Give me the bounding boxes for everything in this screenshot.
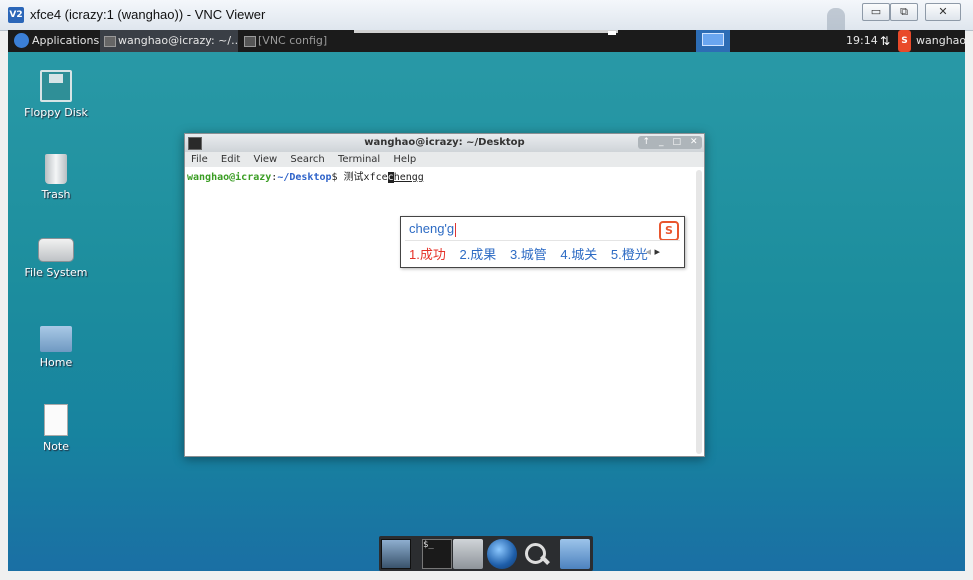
user-menu[interactable]: wanghao: [916, 30, 965, 52]
workspace-switcher[interactable]: [696, 30, 730, 52]
ime-candidate-1[interactable]: 1.成功: [409, 247, 446, 262]
clock[interactable]: 19:14: [846, 30, 878, 52]
drive-icon: [38, 238, 74, 262]
ime-input-text: cheng'g: [409, 221, 455, 236]
xfce-logo-icon: [14, 33, 29, 48]
desktop-icon-file-system[interactable]: File System: [16, 230, 96, 279]
desktop-icon-note[interactable]: Note: [16, 404, 96, 453]
desktop-icon-label: Floppy Disk: [24, 106, 88, 119]
terminal-menubar: File Edit View Search Terminal Help: [185, 152, 704, 167]
applications-menu-button[interactable]: Applications: [10, 30, 99, 52]
desktop-icon-floppy-disk[interactable]: Floppy Disk: [16, 70, 96, 119]
user-silhouette-icon: [827, 8, 845, 30]
minimize-button[interactable]: _: [659, 136, 664, 149]
file-manager-icon[interactable]: [560, 539, 590, 569]
ime-candidate-4[interactable]: 4.城关: [560, 247, 597, 262]
desktop-icon-label: Trash: [41, 188, 71, 201]
task-label: [VNC config]: [258, 34, 328, 47]
panel-separator: [608, 31, 616, 35]
terminal-window[interactable]: wanghao@icrazy: ~/Desktop ↑ _ □ ✕ File E…: [184, 133, 705, 457]
ime-candidate-5[interactable]: 5.橙光: [611, 247, 648, 262]
desktop-icon-label: File System: [24, 266, 88, 279]
show-desktop-icon[interactable]: [381, 539, 411, 569]
taskbar-item-terminal[interactable]: wanghao@icrazy: ~/...: [100, 30, 238, 52]
prompt-path: ~/Desktop: [277, 172, 332, 183]
sogou-logo-icon[interactable]: S: [659, 221, 679, 241]
minimize-button[interactable]: ▭: [862, 3, 890, 21]
window-icon: [244, 36, 256, 47]
restore-button[interactable]: ⧉: [890, 3, 918, 21]
ime-candidate-window: cheng'g S 1.成功 2.成果 3.城管 4.城关 5.橙光 ◂ ▸: [400, 216, 685, 268]
menu-edit[interactable]: Edit: [221, 154, 240, 165]
ime-candidate-list: 1.成功 2.成果 3.城管 4.城关 5.橙光: [409, 244, 658, 263]
terminal-window-controls: ↑ _ □ ✕: [638, 136, 702, 149]
menu-search[interactable]: Search: [290, 154, 324, 165]
terminal-content[interactable]: wanghao@icrazy:~/Desktop$ 测试xfcechengg: [185, 167, 693, 455]
ime-divider: [405, 240, 680, 241]
home-folder-icon: [40, 326, 72, 352]
terminal-scrollbar[interactable]: [696, 170, 702, 454]
typed-text: 测试xfce: [343, 172, 388, 183]
terminal-title: wanghao@icrazy: ~/Desktop: [364, 137, 525, 148]
window-bottom-border: [0, 571, 973, 580]
desktop-icon-label: Note: [42, 440, 70, 453]
prompt-symbol: $: [331, 172, 344, 183]
ime-next-page-icon[interactable]: ▸: [654, 245, 660, 258]
workspace-1[interactable]: [702, 33, 724, 46]
ime-candidate-3[interactable]: 3.城管: [510, 247, 547, 262]
desktop-icon-label: Home: [39, 356, 73, 369]
top-panel: Applications wanghao@icrazy: ~/... [VNC …: [8, 30, 965, 52]
taskbar-item-vnc-config[interactable]: [VNC config]: [240, 30, 378, 52]
menu-view[interactable]: View: [253, 154, 277, 165]
ime-page-nav: ◂ ▸: [645, 245, 660, 258]
web-browser-icon[interactable]: [487, 539, 517, 569]
trash-icon: [45, 154, 67, 184]
home-folder-icon[interactable]: [453, 539, 483, 569]
applications-label: Applications: [32, 34, 100, 47]
desktop[interactable]: Applications wanghao@icrazy: ~/... [VNC …: [8, 30, 965, 571]
menu-terminal[interactable]: Terminal: [338, 154, 380, 165]
terminal-titlebar[interactable]: wanghao@icrazy: ~/Desktop ↑ _ □ ✕: [185, 134, 704, 152]
window-title: xfce4 (icrazy:1 (wanghao)) - VNC Viewer: [30, 7, 266, 22]
shade-button[interactable]: ↑: [642, 136, 650, 149]
desktop-icon-trash[interactable]: Trash: [16, 154, 96, 201]
ime-prev-page-icon[interactable]: ◂: [645, 245, 651, 258]
prompt-line: wanghao@icrazy:~/Desktop$ 测试xfcechengg: [187, 168, 424, 183]
preedit-text: hengg: [393, 172, 424, 183]
menu-help[interactable]: Help: [393, 154, 416, 165]
sogou-input-tray-icon[interactable]: S: [898, 30, 911, 52]
panel-divider: [354, 30, 618, 33]
network-icon[interactable]: ⇅: [880, 30, 894, 52]
terminal-icon[interactable]: [188, 137, 202, 150]
search-icon[interactable]: [521, 539, 551, 569]
note-icon: [44, 404, 68, 436]
task-label: wanghao@icrazy: ~/...: [118, 34, 238, 47]
maximize-button[interactable]: □: [672, 136, 681, 149]
close-button[interactable]: ✕: [690, 136, 698, 149]
ime-pinyin-input: cheng'g: [409, 221, 457, 237]
terminal-icon: [104, 36, 116, 47]
desktop-icon-home[interactable]: Home: [16, 322, 96, 369]
vnc-titlebar[interactable]: V2 xfce4 (icrazy:1 (wanghao)) - VNC View…: [0, 0, 973, 31]
terminal-icon[interactable]: $_: [422, 539, 452, 569]
dock: $_: [379, 536, 593, 571]
vnc-icon[interactable]: V2: [8, 7, 24, 23]
ime-caret: [455, 222, 457, 237]
prompt-user: wanghao@icrazy: [187, 172, 272, 183]
floppy-icon: [40, 70, 72, 102]
close-button[interactable]: ✕: [925, 3, 961, 21]
menu-file[interactable]: File: [191, 154, 208, 165]
ime-candidate-2[interactable]: 2.成果: [459, 247, 496, 262]
